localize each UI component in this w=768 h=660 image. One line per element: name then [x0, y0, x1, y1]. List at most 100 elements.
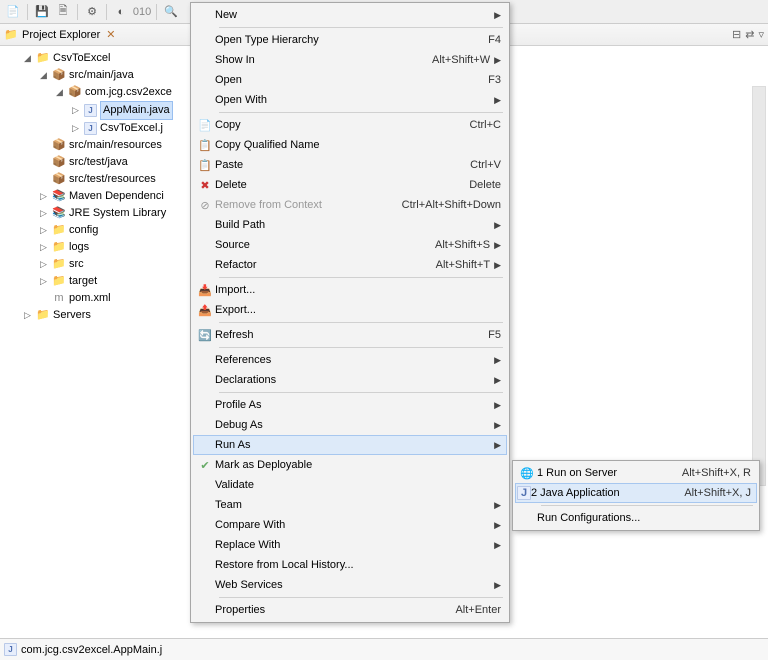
copy-icon: 📄: [195, 117, 215, 133]
folder-icon: 📁: [52, 241, 66, 255]
link-editor-icon[interactable]: ⇄: [745, 28, 754, 41]
context-menu: New▶ Open Type HierarchyF4 Show InAlt+Sh…: [190, 2, 510, 623]
build-icon[interactable]: ⚙: [83, 3, 101, 21]
run-as-submenu: 🌐1 Run on ServerAlt+Shift+X, R J2 Java A…: [512, 460, 760, 531]
twisty-collapsed-icon[interactable]: ▷: [38, 242, 49, 253]
menu-refactor[interactable]: RefactorAlt+Shift+T▶: [193, 255, 507, 275]
menu-properties[interactable]: PropertiesAlt+Enter: [193, 600, 507, 620]
menu-restore-history[interactable]: Restore from Local History...: [193, 555, 507, 575]
folder-icon: 📁: [52, 275, 66, 289]
twisty-collapsed-icon[interactable]: ▷: [38, 208, 49, 219]
paste-icon: 📋: [195, 157, 215, 173]
java-app-icon: J: [517, 486, 531, 500]
twisty-collapsed-icon[interactable]: ▷: [70, 105, 81, 116]
menu-debug-as[interactable]: Debug As▶: [193, 415, 507, 435]
menu-open-with[interactable]: Open With▶: [193, 90, 507, 110]
tree-label: pom.xml: [69, 290, 111, 307]
twisty-collapsed-icon[interactable]: ▷: [38, 276, 49, 287]
tree-label: Servers: [53, 307, 91, 324]
menu-source[interactable]: SourceAlt+Shift+S▶: [193, 235, 507, 255]
menu-open[interactable]: OpenF3: [193, 70, 507, 90]
menu-show-in[interactable]: Show InAlt+Shift+W▶: [193, 50, 507, 70]
xml-file-icon: m: [52, 292, 66, 306]
server-icon: 🌐: [517, 465, 537, 481]
menu-declarations[interactable]: Declarations▶: [193, 370, 507, 390]
tree-label: logs: [69, 239, 89, 256]
tree-label: src/main/resources: [69, 137, 162, 154]
new-project-icon[interactable]: 📄: [4, 3, 22, 21]
twisty-collapsed-icon[interactable]: ▷: [38, 225, 49, 236]
java-file-icon: J: [4, 643, 17, 656]
java-file-icon: J: [84, 104, 97, 117]
tree-label: src/test/resources: [69, 171, 156, 188]
menu-refresh[interactable]: 🔄RefreshF5: [193, 325, 507, 345]
package-icon: 📦: [68, 86, 82, 100]
menu-build-path[interactable]: Build Path▶: [193, 215, 507, 235]
menu-import[interactable]: 📥Import...: [193, 280, 507, 300]
project-icon: 📁: [36, 309, 50, 323]
tree-label: src/test/java: [69, 154, 128, 171]
menu-open-type-hierarchy[interactable]: Open Type HierarchyF4: [193, 30, 507, 50]
close-tab-icon[interactable]: ✕: [106, 28, 115, 41]
twisty-expanded-icon[interactable]: ◢: [22, 53, 33, 64]
folder-icon: 📁: [52, 224, 66, 238]
menu-compare-with[interactable]: Compare With▶: [193, 515, 507, 535]
save-icon[interactable]: 💾: [33, 3, 51, 21]
submenu-java-application[interactable]: J2 Java ApplicationAlt+Shift+X, J: [515, 483, 757, 503]
explorer-title: Project Explorer: [22, 29, 100, 41]
status-bar: J com.jcg.csv2excel.AppMain.j: [0, 638, 768, 660]
library-icon: 📚: [52, 190, 66, 204]
scrollbar[interactable]: [752, 86, 766, 486]
project-icon: 📁: [36, 52, 50, 66]
menu-profile-as[interactable]: Profile As▶: [193, 395, 507, 415]
menu-replace-with[interactable]: Replace With▶: [193, 535, 507, 555]
twisty-expanded-icon[interactable]: ◢: [54, 87, 65, 98]
menu-team[interactable]: Team▶: [193, 495, 507, 515]
delete-icon: ✖: [195, 177, 215, 193]
twisty-collapsed-icon[interactable]: ▷: [38, 191, 49, 202]
remove-context-icon: ⊘: [195, 197, 215, 213]
source-folder-icon: 📦: [52, 69, 66, 83]
menu-export[interactable]: 📤Export...: [193, 300, 507, 320]
menu-web-services[interactable]: Web Services▶: [193, 575, 507, 595]
tree-label: com.jcg.csv2exce: [85, 84, 172, 101]
format-icon[interactable]: 010: [133, 3, 151, 21]
twisty-collapsed-icon[interactable]: ▷: [22, 310, 33, 321]
deploy-icon: ✔: [195, 457, 215, 473]
view-menu-icon[interactable]: ▿: [758, 28, 764, 41]
tree-label: AppMain.java: [100, 101, 173, 120]
menu-copy[interactable]: 📄CopyCtrl+C: [193, 115, 507, 135]
tree-label: src/main/java: [69, 67, 134, 84]
library-icon: 📚: [52, 207, 66, 221]
explorer-icon: 📁: [4, 28, 18, 42]
submenu-run-configurations[interactable]: Run Configurations...: [515, 508, 757, 528]
tree-label: src: [69, 256, 84, 273]
search-icon[interactable]: 🔍: [162, 3, 180, 21]
menu-remove-context: ⊘Remove from ContextCtrl+Alt+Shift+Down: [193, 195, 507, 215]
twisty-collapsed-icon[interactable]: ▷: [38, 259, 49, 270]
source-folder-icon: 📦: [52, 139, 66, 153]
status-text: com.jcg.csv2excel.AppMain.j: [21, 644, 162, 656]
twisty-expanded-icon[interactable]: ◢: [38, 70, 49, 81]
refresh-icon: 🔄: [195, 327, 215, 343]
tree-label: JRE System Library: [69, 205, 166, 222]
export-icon: 📤: [195, 302, 215, 318]
menu-references[interactable]: References▶: [193, 350, 507, 370]
copy-qualified-icon: 📋: [195, 137, 215, 153]
menu-run-as[interactable]: Run As▶: [193, 435, 507, 455]
menu-mark-deployable[interactable]: ✔Mark as Deployable: [193, 455, 507, 475]
menu-delete[interactable]: ✖DeleteDelete: [193, 175, 507, 195]
menu-copy-qualified[interactable]: 📋Copy Qualified Name: [193, 135, 507, 155]
tree-label: target: [69, 273, 97, 290]
save-all-icon[interactable]: 🗎: [54, 3, 72, 21]
collapse-all-icon[interactable]: ⊟: [732, 28, 741, 41]
source-folder-icon: 📦: [52, 173, 66, 187]
menu-paste[interactable]: 📋PasteCtrl+V: [193, 155, 507, 175]
project-label: CsvToExcel: [53, 50, 110, 67]
submenu-run-on-server[interactable]: 🌐1 Run on ServerAlt+Shift+X, R: [515, 463, 757, 483]
twisty-collapsed-icon[interactable]: ▷: [70, 123, 81, 134]
tree-label: CsvToExcel.j: [100, 120, 163, 137]
menu-validate[interactable]: Validate: [193, 475, 507, 495]
toggle-icon[interactable]: ◐: [112, 3, 130, 21]
menu-new[interactable]: New▶: [193, 5, 507, 25]
